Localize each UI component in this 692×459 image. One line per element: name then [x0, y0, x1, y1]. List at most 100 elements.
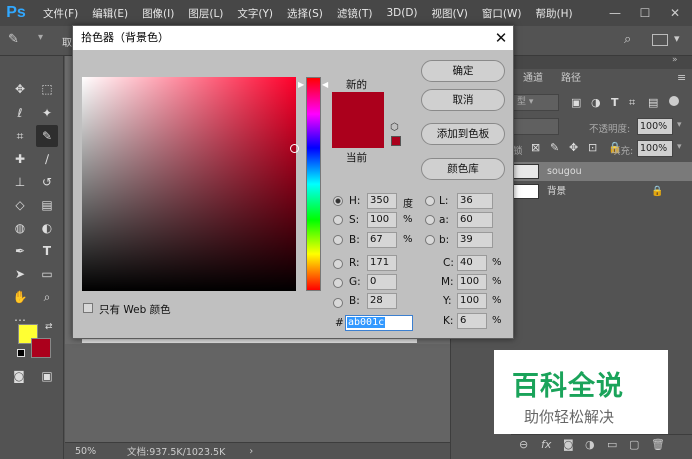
gamut-cube-icon[interactable]: ⬡ [390, 122, 399, 133]
hex-input[interactable]: ab001c [345, 315, 413, 331]
options-dropdown-icon[interactable]: ▾ [38, 32, 43, 43]
status-menu-arrow-icon[interactable]: › [249, 446, 253, 457]
filter-adjust-icon[interactable]: ◑ [591, 96, 601, 109]
s-input[interactable]: 100 [367, 212, 397, 228]
zoom-level[interactable]: 50% [75, 446, 115, 457]
radio-s[interactable] [333, 215, 343, 225]
gradient-tool-icon[interactable]: ▤ [36, 194, 58, 216]
menu-type[interactable]: 文字(Y) [237, 6, 273, 21]
current-color-swatch[interactable] [332, 120, 384, 148]
add-to-swatches-button[interactable]: 添加到色板 [421, 123, 505, 145]
opacity-dropdown-icon[interactable]: ▾ [677, 120, 682, 130]
move-tool-icon[interactable]: ✥ [9, 78, 31, 100]
panel-menu-icon[interactable]: ≡ [677, 71, 686, 84]
filter-toggle-icon[interactable] [669, 96, 679, 106]
menu-view[interactable]: 视图(V) [432, 6, 468, 21]
lock-artboard-icon[interactable]: ⊡ [588, 141, 597, 154]
web-only-checkbox[interactable] [83, 303, 93, 313]
menu-filter[interactable]: 滤镜(T) [337, 6, 373, 21]
delete-layer-icon[interactable]: 🗑 [651, 438, 665, 451]
hue-right-arrow-icon[interactable]: ◀ [322, 80, 328, 89]
hue-slider[interactable] [306, 77, 321, 291]
lock-pixels-icon[interactable]: ⊠ [531, 141, 540, 154]
lasso-tool-icon[interactable]: ℓ [9, 102, 31, 124]
blend-mode-select[interactable] [513, 118, 559, 135]
new-layer-icon[interactable]: ▢ [629, 438, 639, 451]
lock-paint-icon[interactable]: ✎ [550, 141, 559, 154]
path-selection-icon[interactable]: ➤ [9, 263, 31, 285]
tab-paths[interactable]: 路径 [561, 69, 581, 89]
magic-wand-icon[interactable]: ✦ [36, 102, 58, 124]
c-input[interactable]: 40 [457, 255, 487, 271]
radio-l[interactable] [425, 196, 435, 206]
blue-input[interactable]: 28 [367, 293, 397, 309]
pen-tool-icon[interactable]: ✒ [9, 240, 31, 262]
maximize-icon[interactable]: ☐ [630, 0, 660, 26]
brush-tool-icon[interactable]: ∕ [36, 148, 58, 170]
quick-mask-icon[interactable]: ◙ [8, 365, 30, 387]
default-colors-icon[interactable] [17, 349, 25, 357]
workspace-icon[interactable] [652, 34, 668, 46]
menu-edit[interactable]: 编辑(E) [92, 6, 128, 21]
color-field[interactable] [82, 77, 296, 291]
layer-row[interactable]: sougou [511, 162, 692, 181]
radio-r[interactable] [333, 259, 343, 269]
menu-layer[interactable]: 图层(L) [188, 6, 223, 21]
layer-name[interactable]: sougou [547, 162, 582, 181]
filter-shape-icon[interactable]: ⌗ [629, 96, 635, 110]
menu-select[interactable]: 选择(S) [287, 6, 323, 21]
menu-window[interactable]: 窗口(W) [482, 6, 522, 21]
color-libraries-button[interactable]: 颜色库 [421, 158, 505, 180]
web-safe-swatch[interactable] [391, 136, 401, 146]
type-tool-icon[interactable]: T [36, 240, 58, 262]
b-input[interactable]: 67 [367, 232, 397, 248]
window-close-icon[interactable]: ✕ [660, 0, 690, 26]
r-input[interactable]: 171 [367, 255, 397, 271]
eyedropper-tool-icon[interactable]: ✎ [36, 125, 58, 147]
radio-h[interactable] [333, 196, 343, 206]
opacity-input[interactable]: 100% [637, 118, 673, 135]
hand-tool-icon[interactable]: ✋ [9, 286, 31, 308]
g-input[interactable]: 0 [367, 274, 397, 290]
l-input[interactable]: 36 [457, 193, 493, 209]
menu-3d[interactable]: 3D(D) [386, 7, 417, 19]
minimize-icon[interactable]: — [600, 0, 630, 26]
m-input[interactable]: 100 [457, 274, 487, 290]
eyedropper-option-icon[interactable]: ✎ [8, 32, 19, 47]
search-icon[interactable]: ⌕ [624, 32, 631, 47]
menu-help[interactable]: 帮助(H) [536, 6, 573, 21]
radio-lab-b[interactable] [425, 235, 435, 245]
workspace-dropdown-icon[interactable]: ▾ [674, 32, 680, 45]
eraser-tool-icon[interactable]: ◇ [9, 194, 31, 216]
ok-button[interactable]: 确定 [421, 60, 505, 82]
kind-filter-select[interactable]: 型 ▾ [513, 94, 559, 111]
group-icon[interactable]: ▭ [607, 438, 617, 451]
close-icon[interactable]: ✕ [489, 26, 513, 50]
rectangle-tool-icon[interactable]: ▭ [36, 263, 58, 285]
link-layers-icon[interactable]: ⊖ [519, 438, 528, 451]
screen-mode-icon[interactable]: ▣ [36, 365, 58, 387]
blur-tool-icon[interactable]: ◍ [9, 217, 31, 239]
radio-blue[interactable] [333, 298, 343, 308]
radio-g[interactable] [333, 278, 343, 288]
menu-file[interactable]: 文件(F) [43, 6, 78, 21]
swap-colors-icon[interactable]: ⇄ [45, 322, 53, 332]
crop-tool-icon[interactable]: ⌗ [9, 125, 31, 147]
filter-smart-icon[interactable]: ▤ [648, 96, 658, 109]
clone-stamp-icon[interactable]: ⊥ [9, 171, 31, 193]
hue-left-arrow-icon[interactable]: ▶ [298, 80, 304, 89]
fill-dropdown-icon[interactable]: ▾ [677, 142, 682, 152]
k-input[interactable]: 6 [457, 313, 487, 329]
fx-icon[interactable]: fx [541, 438, 551, 451]
lock-position-icon[interactable]: ✥ [569, 141, 578, 154]
filter-type-icon[interactable]: T [611, 96, 619, 109]
panel-collapse-icon[interactable]: » [672, 55, 678, 65]
radio-b[interactable] [333, 235, 343, 245]
color-field-marker[interactable] [290, 144, 299, 153]
layer-row[interactable]: 背景 🔒 [511, 182, 692, 201]
tab-channels[interactable]: 通道 [523, 69, 543, 89]
history-brush-icon[interactable]: ↺ [36, 171, 58, 193]
background-color-swatch[interactable] [31, 338, 51, 358]
menu-image[interactable]: 图像(I) [142, 6, 174, 21]
layer-name[interactable]: 背景 [547, 182, 566, 201]
